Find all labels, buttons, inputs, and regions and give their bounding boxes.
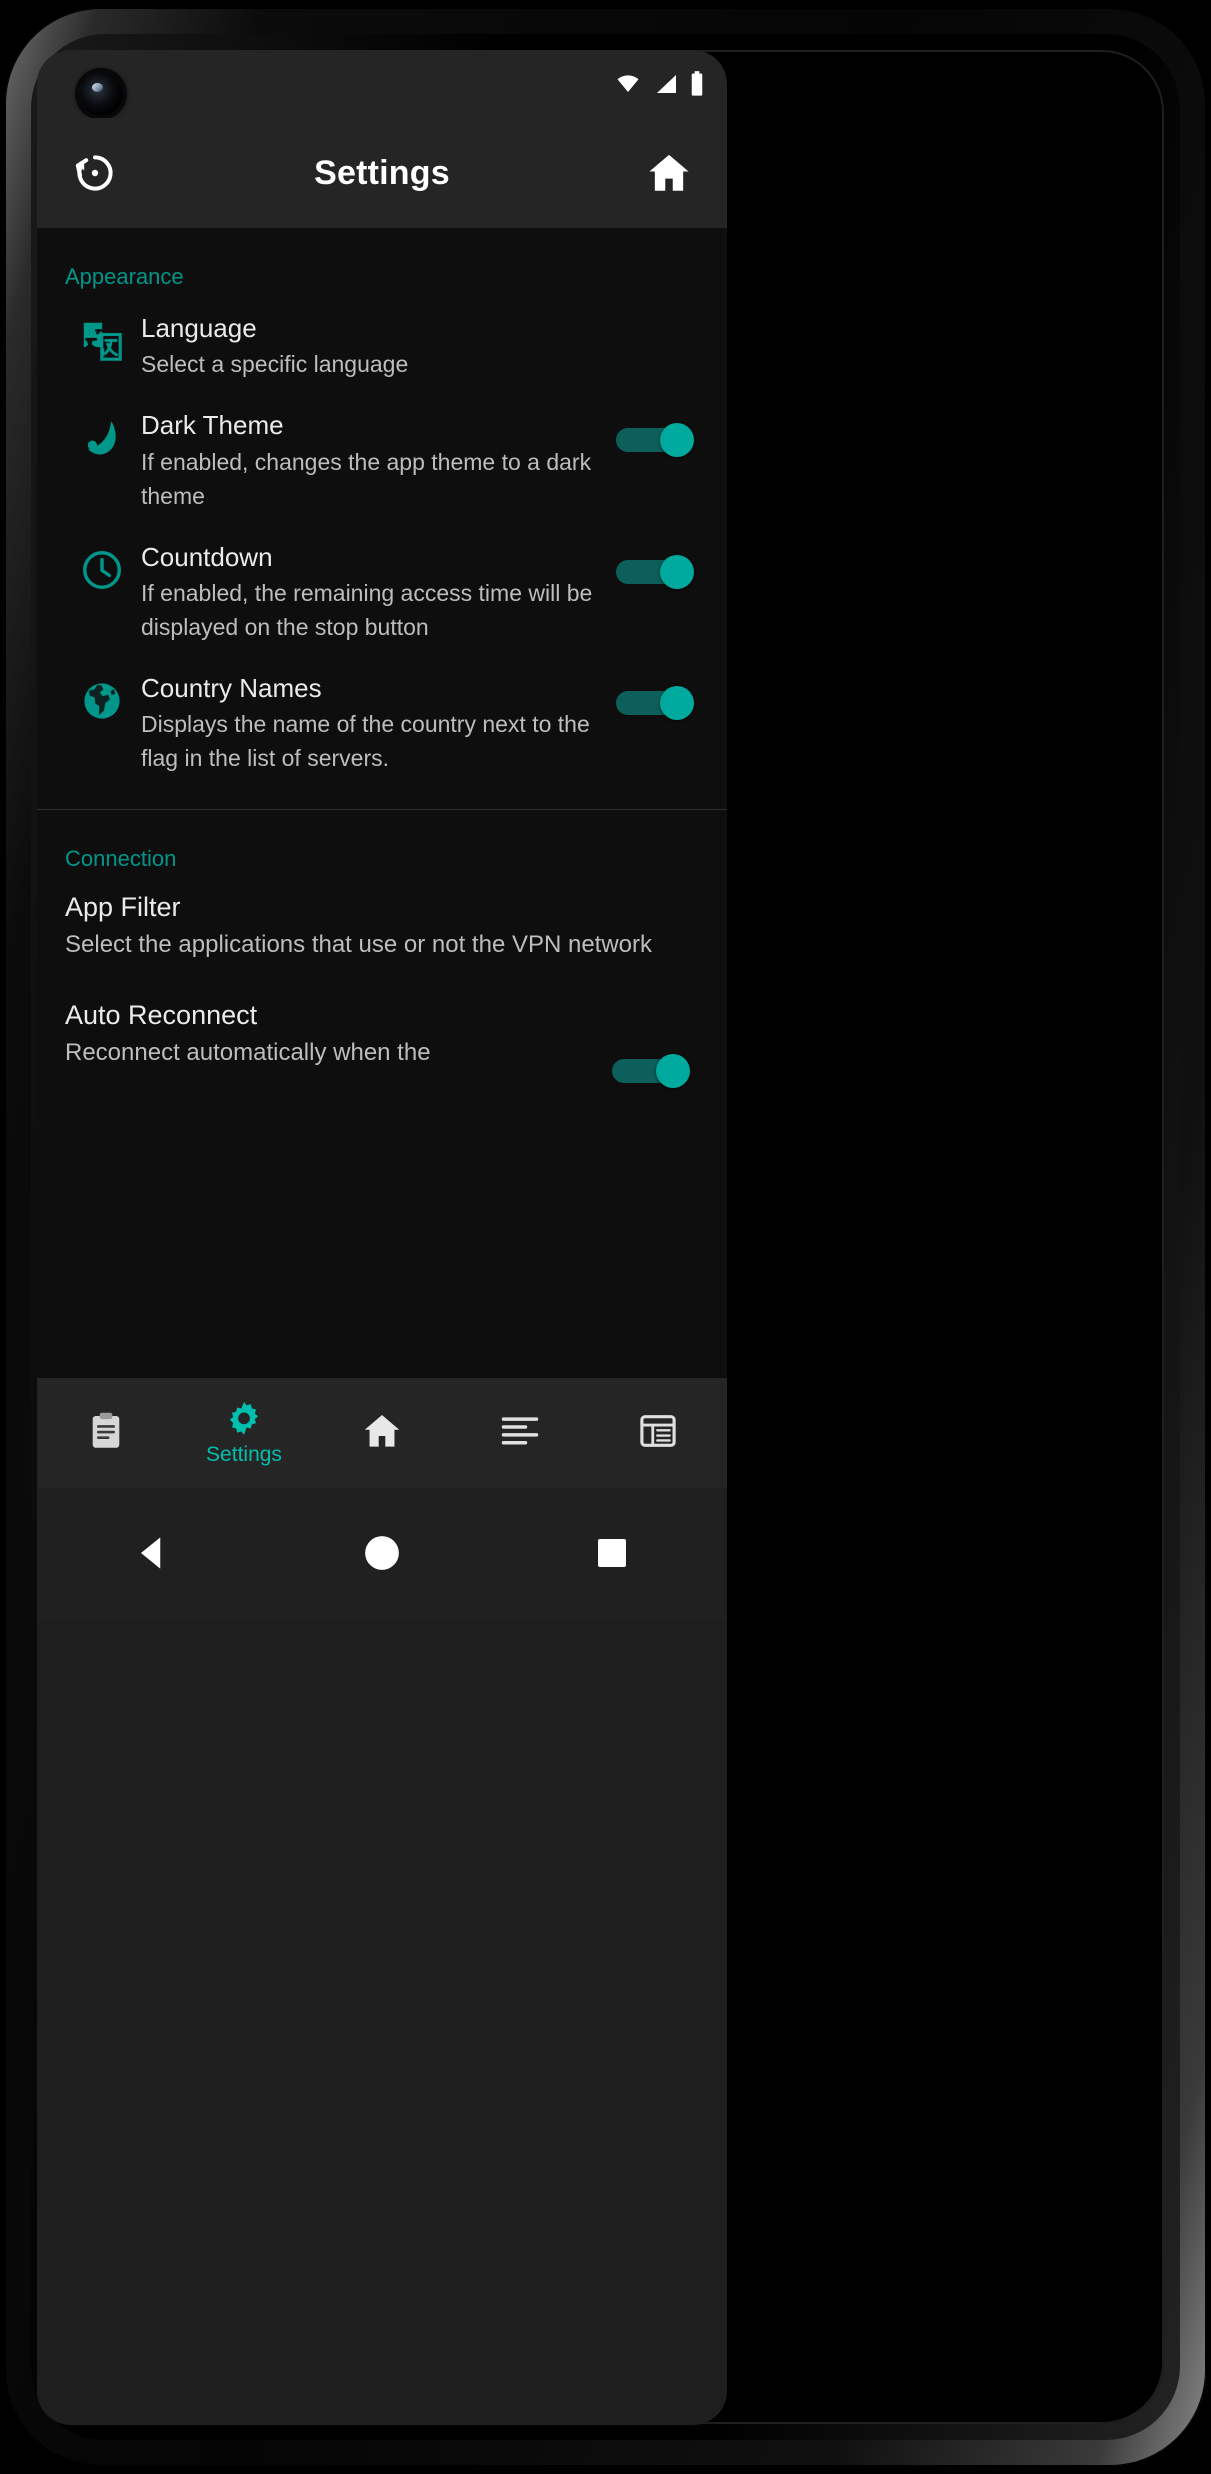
clock-icon	[63, 541, 141, 593]
setting-subtitle: If enabled, the remaining access time wi…	[141, 579, 593, 640]
setting-row-country-names[interactable]: Country Names Displays the name of the c…	[37, 658, 727, 789]
nav-item-settings[interactable]: Settings	[189, 1399, 299, 1467]
setting-text-app-filter: App Filter Select the applications that …	[65, 890, 699, 962]
setting-title: Auto Reconnect	[65, 1000, 258, 1031]
setting-subtitle: Displays the name of the country next to…	[141, 711, 590, 772]
setting-title: Country Names	[141, 672, 322, 703]
system-navigation-bar	[37, 1488, 727, 1618]
recents-square-icon[interactable]	[552, 1518, 672, 1588]
setting-text-auto-reconnect: Auto Reconnect Reconnect automatically w…	[65, 998, 603, 1070]
nav-item-logs[interactable]	[51, 1410, 161, 1456]
home-circle-icon[interactable]	[322, 1518, 442, 1588]
restore-defaults-icon[interactable]	[67, 145, 123, 201]
setting-title: App Filter	[65, 892, 181, 923]
nav-item-label: Settings	[206, 1443, 282, 1466]
home-icon[interactable]	[641, 145, 697, 201]
app-bar: Settings	[37, 118, 727, 228]
setting-row-auto-reconnect[interactable]: Auto Reconnect Reconnect automatically w…	[37, 972, 727, 1098]
setting-row-dark-theme[interactable]: Dark Theme If enabled, changes the app t…	[37, 395, 727, 526]
setting-subtitle: Select a specific language	[141, 351, 409, 378]
screen-bottom-fill	[37, 1618, 727, 2425]
nav-item-home[interactable]	[327, 1409, 437, 1457]
nav-item-list[interactable]	[465, 1409, 575, 1457]
wifi-icon	[613, 72, 643, 96]
setting-toggle-countdown[interactable]	[607, 541, 703, 589]
setting-toggle-auto-reconnect[interactable]	[603, 998, 699, 1089]
setting-subtitle: If enabled, changes the app theme to a d…	[141, 448, 592, 509]
signal-icon	[652, 72, 680, 96]
section-header-appearance: Appearance	[65, 264, 184, 289]
moon-icon	[63, 409, 141, 461]
setting-title: Language	[141, 313, 257, 343]
bottom-navigation-bar: Settings	[37, 1378, 727, 1488]
setting-text-dark-theme: Dark Theme If enabled, changes the app t…	[141, 409, 607, 512]
toggle-switch[interactable]	[612, 1054, 690, 1089]
setting-subtitle: Reconnect automatically when the	[65, 1038, 431, 1066]
table-icon	[637, 1410, 679, 1452]
toggle-knob	[660, 554, 694, 589]
home-icon	[360, 1409, 404, 1453]
section-header-connection: Connection	[65, 846, 177, 872]
clipboard-icon	[85, 1410, 127, 1452]
battery-icon	[689, 70, 705, 98]
setting-text-country-names: Country Names Displays the name of the c…	[141, 672, 607, 775]
setting-text-countdown: Countdown If enabled, the remaining acce…	[141, 541, 607, 644]
setting-row-app-filter[interactable]: App Filter Select the applications that …	[37, 880, 727, 972]
setting-text-language: Language Select a specific language	[141, 312, 703, 381]
setting-title: Countdown	[141, 541, 273, 572]
setting-subtitle: Select the applications that use or not …	[65, 930, 653, 958]
nav-item-servers[interactable]	[603, 1410, 713, 1456]
status-bar-icons	[613, 70, 705, 98]
setting-row-language[interactable]: Language Select a specific language	[37, 298, 727, 395]
setting-toggle-dark-theme[interactable]	[607, 409, 703, 458]
toggle-knob	[660, 423, 694, 458]
front-camera-punch-hole-icon	[79, 72, 123, 116]
status-bar	[37, 50, 727, 118]
setting-title: Dark Theme	[141, 410, 284, 441]
toggle-switch[interactable]	[616, 685, 694, 720]
page-title: Settings	[314, 153, 450, 192]
phone-screen: Settings Appearance Language Select a sp…	[37, 50, 727, 2425]
settings-list[interactable]: Appearance Language Select a specific la…	[37, 228, 727, 1378]
globe-icon	[63, 672, 141, 724]
screenshot-root: Settings Appearance Language Select a sp…	[0, 0, 1211, 2474]
translate-icon	[63, 312, 141, 364]
setting-toggle-country-names[interactable]	[607, 672, 703, 720]
toggle-knob	[656, 1054, 690, 1089]
gear-icon	[224, 1399, 264, 1439]
toggle-knob	[660, 685, 694, 720]
setting-row-countdown[interactable]: Countdown If enabled, the remaining acce…	[37, 527, 727, 658]
toggle-switch[interactable]	[616, 554, 694, 589]
back-triangle-icon[interactable]	[92, 1518, 212, 1588]
lines-icon	[498, 1409, 542, 1453]
toggle-switch[interactable]	[616, 423, 694, 458]
